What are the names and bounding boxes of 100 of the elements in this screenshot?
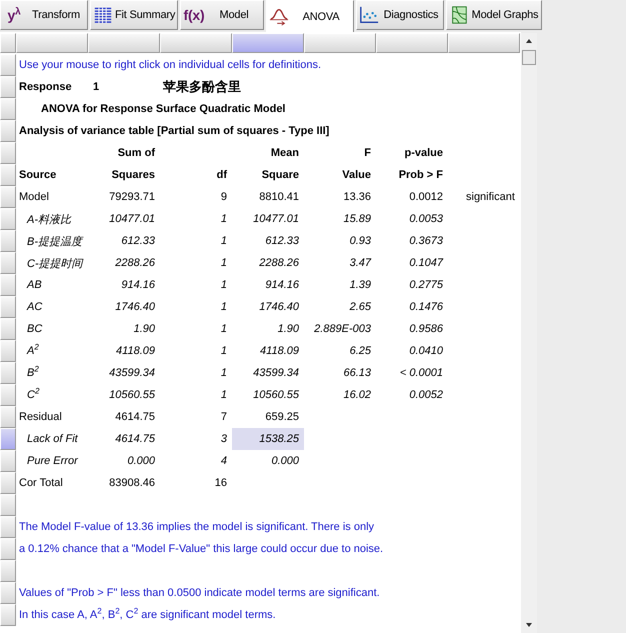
table-cell: 1: [220, 367, 227, 379]
scroll-thumb[interactable]: [522, 50, 536, 65]
row-header[interactable]: [0, 54, 16, 76]
response-name: 苹果多酚含里: [163, 78, 241, 96]
row-header[interactable]: [0, 362, 16, 384]
tab[interactable]: f(x) Model: [180, 0, 264, 30]
note-text: a 0.12% chance that a "Model F-Value" this large could occur due to noise.: [19, 543, 384, 555]
table-cell: < 0.0001: [400, 367, 443, 379]
row-header[interactable]: [0, 582, 16, 604]
row-header[interactable]: [0, 538, 16, 560]
table-cell: 15.89: [343, 213, 371, 225]
row-header[interactable]: [0, 472, 16, 494]
source-cell: C$^{2}$: [27, 389, 40, 401]
response-number: 1: [93, 81, 100, 93]
tab[interactable]: Fit Summary: [90, 0, 178, 30]
table-cell: 4: [220, 455, 227, 467]
table-cell: 79293.71: [109, 191, 155, 203]
bell-curve-icon: [269, 6, 289, 26]
source-cell: Model: [19, 191, 49, 203]
table-cell: 1: [220, 213, 227, 225]
column-header[interactable]: [16, 33, 88, 53]
column-heading: Squares: [112, 169, 155, 181]
table-cell: 1: [220, 345, 227, 357]
table-cell: 0.9586: [409, 323, 443, 335]
table-cell: 1746.40: [259, 301, 299, 313]
column-header[interactable]: [88, 33, 160, 53]
row-header[interactable]: [0, 98, 16, 120]
tab[interactable]: Model Graphs: [446, 0, 542, 30]
table-cell: 10477.01: [253, 213, 299, 225]
row-header[interactable]: [0, 186, 16, 208]
source-cell: Cor Total: [19, 477, 63, 489]
table-cell: 2288.26: [115, 257, 155, 269]
row-header[interactable]: [0, 516, 16, 538]
column-heading: Sum of: [118, 147, 155, 159]
tab[interactable]: Diagnostics: [356, 0, 444, 30]
table-cell: 0.93: [350, 235, 371, 247]
source-cell: AB: [27, 279, 42, 291]
row-header[interactable]: [0, 142, 16, 164]
row-header[interactable]: [0, 604, 16, 626]
table-cell: 7: [220, 411, 227, 423]
table-cell: 1: [220, 301, 227, 313]
row-header[interactable]: [0, 208, 16, 230]
table-cell: 43599.34: [109, 367, 155, 379]
table-cell: 0.1047: [409, 257, 443, 269]
table-cell: 6.25: [350, 345, 371, 357]
table-cell: 1.90: [278, 323, 299, 335]
table-cell: 13.36: [343, 191, 371, 203]
row-header[interactable]: [0, 340, 16, 362]
table-cell: 612.33: [265, 235, 299, 247]
column-heading: Square: [262, 169, 299, 181]
table-cell: 0.0410: [409, 345, 443, 357]
table-cell: 0.0052: [409, 389, 443, 401]
row-header[interactable]: [0, 230, 16, 252]
row-header[interactable]: [0, 560, 16, 582]
table-cell: 2.65: [350, 301, 371, 313]
table-cell: 1: [220, 235, 227, 247]
table-cell: 4118.09: [116, 345, 155, 357]
table-cell: 2.889E-003: [314, 323, 371, 335]
table-cell: 1538.25: [259, 433, 299, 445]
instruction-text: Use your mouse to right click on individual cells for definitions.: [19, 59, 322, 71]
note-text: The Model F-value of 13.36 implies the model is significant. There is only: [19, 521, 374, 533]
table-cell: 8810.41: [259, 191, 299, 203]
table-cell: 83908.46: [109, 477, 155, 489]
column-header[interactable]: [376, 33, 448, 53]
note-text: Values of "Prob > F" less than 0.0500 indicate model terms are significant.: [19, 587, 380, 599]
source-cell: Pure Error: [27, 455, 78, 467]
table-cell: 3: [220, 433, 227, 445]
column-heading: Prob > F: [398, 169, 443, 181]
column-header[interactable]: [232, 33, 304, 53]
row-header[interactable]: [0, 76, 16, 98]
row-header[interactable]: [0, 296, 16, 318]
tab[interactable]: ANOVA: [266, 0, 354, 32]
table-cell: 659.25: [265, 411, 299, 423]
column-heading: df: [216, 169, 227, 181]
row-header[interactable]: [0, 450, 16, 472]
column-header[interactable]: [160, 33, 232, 53]
source-cell-text: B-提提温度: [27, 234, 82, 248]
column-header[interactable]: [304, 33, 376, 53]
table-cell: 9: [220, 191, 227, 203]
table-cell: 3.47: [350, 257, 371, 269]
row-header[interactable]: [0, 120, 16, 142]
tab[interactable]: y$^{λ}$ Transform: [0, 0, 88, 30]
source-cell-text: A-料液比: [27, 212, 71, 226]
scrollbar[interactable]: [521, 33, 537, 633]
source-cell: Residual: [19, 411, 62, 423]
row-header[interactable]: [0, 318, 16, 340]
row-header[interactable]: [0, 252, 16, 274]
column-heading: Mean: [270, 147, 299, 159]
table-cell: 612.33: [121, 235, 155, 247]
table-cell: 4614.75: [115, 433, 155, 445]
table-cell: 0.1476: [409, 301, 443, 313]
table-cell: 16: [214, 477, 227, 489]
row-header[interactable]: [0, 384, 16, 406]
row-header[interactable]: [0, 164, 16, 186]
row-header[interactable]: [0, 406, 16, 428]
table-cell: 1.39: [350, 279, 371, 291]
row-header[interactable]: [0, 494, 16, 516]
table-cell: 10477.01: [109, 213, 155, 225]
row-header[interactable]: [0, 274, 16, 296]
row-header[interactable]: [0, 428, 16, 450]
